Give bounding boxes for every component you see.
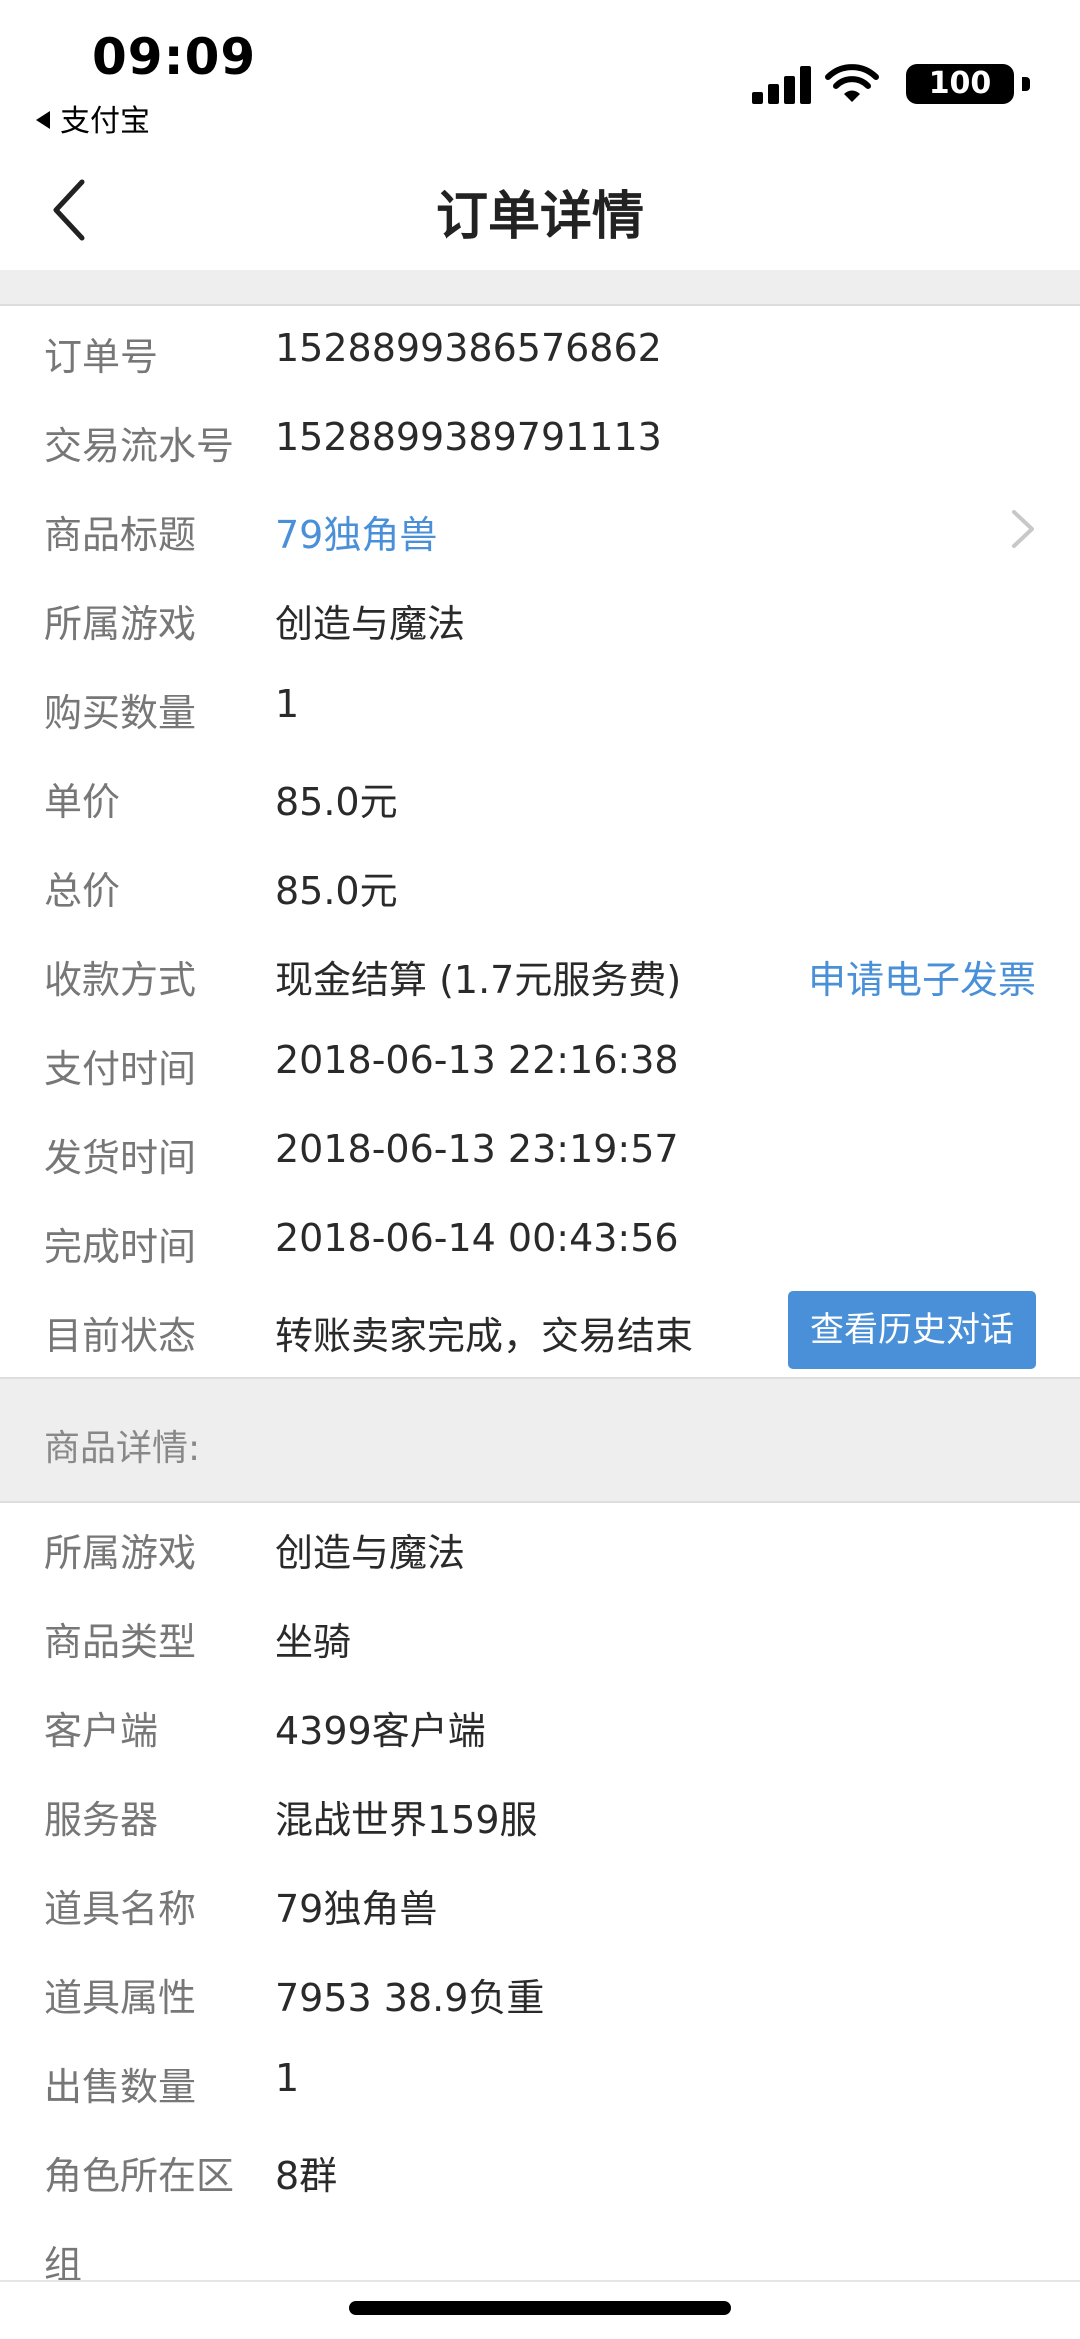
finish-time-row: 完成时间 2018-06-14 00:43:56 bbox=[0, 1196, 1080, 1285]
unit-price-value: 85.0元 bbox=[275, 780, 398, 824]
row-label: 服务器 bbox=[44, 1798, 159, 1842]
row-label: 订单号 bbox=[44, 335, 159, 379]
detail-type-row: 商品类型 坐骑 bbox=[0, 1591, 1080, 1680]
serial-number-value: 1528899389791113 bbox=[275, 415, 662, 459]
status-row: 目前状态 转账卖家完成，交易结束 查看历史对话 bbox=[0, 1285, 1080, 1374]
unit-price-row: 单价 85.0元 bbox=[0, 751, 1080, 840]
detail-game-row: 所属游戏 创造与魔法 bbox=[0, 1502, 1080, 1591]
battery-icon: 100 bbox=[906, 64, 1030, 104]
view-history-button[interactable]: 查看历史对话 bbox=[788, 1291, 1036, 1369]
pay-time-value: 2018-06-13 22:16:38 bbox=[275, 1038, 679, 1082]
detail-server-value: 混战世界159服 bbox=[275, 1798, 538, 1842]
payment-method-value: 现金结算 (1.7元服务费) bbox=[275, 958, 682, 1002]
battery-level: 100 bbox=[906, 64, 1014, 104]
cellular-signal-icon bbox=[752, 66, 812, 104]
chevron-right-icon[interactable] bbox=[1010, 508, 1036, 550]
section-title: 商品详情: bbox=[44, 1428, 201, 1469]
row-label: 角色所在区 bbox=[44, 2154, 235, 2198]
row-label: 单价 bbox=[44, 780, 121, 824]
total-price-row: 总价 85.0元 bbox=[0, 840, 1080, 929]
detail-item-attr-value: 7953 38.9负重 bbox=[275, 1976, 545, 2020]
back-triangle-icon bbox=[36, 111, 50, 129]
order-number-row: 订单号 1528899386576862 bbox=[0, 306, 1080, 395]
row-label: 出售数量 bbox=[44, 2065, 197, 2109]
bottom-divider bbox=[0, 2280, 1080, 2282]
detail-client-row: 客户端 4399客户端 bbox=[0, 1680, 1080, 1769]
row-label: 完成时间 bbox=[44, 1225, 197, 1269]
row-label: 道具属性 bbox=[44, 1976, 197, 2020]
pay-time-row: 支付时间 2018-06-13 22:16:38 bbox=[0, 1018, 1080, 1107]
detail-sell-qty-value: 1 bbox=[275, 2056, 300, 2100]
row-label: 所属游戏 bbox=[44, 1531, 197, 1575]
section-divider bbox=[0, 270, 1080, 306]
row-label: 总价 bbox=[44, 869, 121, 913]
detail-item-attr-row: 道具属性 7953 38.9负重 bbox=[0, 1947, 1080, 2036]
detail-client-value: 4399客户端 bbox=[275, 1709, 486, 1753]
wifi-icon bbox=[825, 64, 879, 102]
nav-bar: 订单详情 bbox=[0, 150, 1080, 270]
details-section-header: 商品详情: bbox=[0, 1377, 1080, 1503]
back-to-app-link[interactable]: 支付宝 bbox=[36, 96, 150, 140]
row-label: 道具名称 bbox=[44, 1887, 197, 1931]
row-label: 商品标题 bbox=[44, 513, 197, 557]
home-indicator[interactable] bbox=[349, 2301, 731, 2315]
detail-region-value: 8群 bbox=[275, 2154, 338, 2198]
detail-item-name-row: 道具名称 79独角兽 bbox=[0, 1858, 1080, 1947]
game-value: 创造与魔法 bbox=[275, 602, 466, 646]
back-app-label: 支付宝 bbox=[60, 104, 150, 139]
product-title-row[interactable]: 商品标题 79独角兽 bbox=[0, 484, 1080, 573]
finish-time-value: 2018-06-14 00:43:56 bbox=[275, 1216, 679, 1260]
ship-time-value: 2018-06-13 23:19:57 bbox=[275, 1127, 679, 1171]
row-label: 收款方式 bbox=[44, 958, 197, 1002]
row-label: 商品类型 bbox=[44, 1620, 197, 1664]
product-title-link[interactable]: 79独角兽 bbox=[275, 504, 437, 559]
page-title: 订单详情 bbox=[435, 187, 644, 247]
detail-type-value: 坐骑 bbox=[275, 1620, 352, 1664]
row-label: 发货时间 bbox=[44, 1136, 197, 1180]
status-icons: 100 bbox=[730, 62, 1030, 106]
quantity-value: 1 bbox=[275, 682, 300, 726]
apply-invoice-link[interactable]: 申请电子发票 bbox=[808, 949, 1036, 1004]
row-label: 交易流水号 bbox=[44, 424, 235, 468]
status-bar: 09:09 支付宝 100 bbox=[0, 0, 1080, 150]
row-label: 客户端 bbox=[44, 1709, 159, 1753]
status-time: 09:09 bbox=[92, 28, 257, 86]
payment-method-row: 收款方式 现金结算 (1.7元服务费) 申请电子发票 bbox=[0, 929, 1080, 1018]
detail-region-row: 角色所在区 组 8群 bbox=[0, 2125, 1080, 2287]
row-label: 所属游戏 bbox=[44, 602, 197, 646]
total-price-value: 85.0元 bbox=[275, 869, 398, 913]
order-number-value: 1528899386576862 bbox=[275, 326, 662, 370]
row-label: 购买数量 bbox=[44, 691, 197, 735]
serial-number-row: 交易流水号 1528899389791113 bbox=[0, 395, 1080, 484]
row-label: 支付时间 bbox=[44, 1047, 197, 1091]
detail-sell-qty-row: 出售数量 1 bbox=[0, 2036, 1080, 2125]
game-row: 所属游戏 创造与魔法 bbox=[0, 573, 1080, 662]
quantity-row: 购买数量 1 bbox=[0, 662, 1080, 751]
detail-server-row: 服务器 混战世界159服 bbox=[0, 1769, 1080, 1858]
detail-item-name-value: 79独角兽 bbox=[275, 1887, 438, 1931]
row-label: 目前状态 bbox=[44, 1314, 197, 1358]
ship-time-row: 发货时间 2018-06-13 23:19:57 bbox=[0, 1107, 1080, 1196]
status-value: 转账卖家完成，交易结束 bbox=[275, 1314, 694, 1358]
detail-game-value: 创造与魔法 bbox=[275, 1531, 466, 1575]
